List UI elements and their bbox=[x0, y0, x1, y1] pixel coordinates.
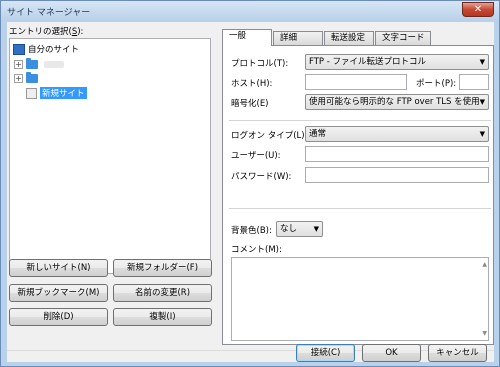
tab-general[interactable]: 一般 bbox=[222, 29, 272, 46]
protocol-select[interactable]: FTP - ファイル転送プロトコル ▼ bbox=[305, 54, 489, 70]
title-bar: サイト マネージャー ✕ bbox=[1, 1, 499, 21]
chevron-down-icon: ▼ bbox=[479, 58, 485, 66]
window-title: サイト マネージャー bbox=[7, 8, 91, 18]
bgcolor-label: 背景色(B): bbox=[231, 226, 272, 236]
protocol-value: FTP - ファイル転送プロトコル bbox=[309, 57, 427, 67]
connect-button[interactable]: 接続(C) bbox=[296, 344, 355, 362]
password-label: パスワード(W): bbox=[231, 172, 292, 182]
tree-item-folder[interactable]: + bbox=[14, 71, 41, 85]
tree-item-label: 自分のサイト bbox=[28, 45, 80, 55]
user-label: ユーザー(U): bbox=[231, 151, 281, 161]
cancel-button[interactable]: キャンセル bbox=[428, 344, 487, 362]
bgcolor-select[interactable]: なし ▼ bbox=[276, 221, 323, 237]
host-label: ホスト(H): bbox=[231, 79, 273, 89]
divider bbox=[229, 208, 491, 209]
close-button[interactable]: ✕ bbox=[462, 2, 494, 17]
logon-type-label: ログオン タイプ(L): bbox=[231, 131, 308, 141]
chevron-down-icon: ▼ bbox=[479, 98, 485, 106]
blurred-label bbox=[44, 60, 64, 68]
comment-textarea[interactable]: ▲ ▼ bbox=[231, 257, 489, 341]
host-input[interactable] bbox=[305, 74, 407, 90]
tab-charset[interactable]: 文字コード bbox=[375, 31, 431, 45]
user-input[interactable] bbox=[305, 146, 489, 162]
encryption-value: 使用可能なら明示的な FTP over TLS を使用 bbox=[309, 97, 480, 107]
expand-icon[interactable]: + bbox=[14, 73, 23, 83]
password-input[interactable] bbox=[305, 167, 489, 183]
comment-label: コメント(M): bbox=[231, 245, 282, 255]
protocol-label: プロトコル(T): bbox=[231, 59, 289, 69]
site-manager-window: サイト マネージャー ✕ エントリの選択(S): 自分のサイト + + 新規サイ… bbox=[0, 0, 500, 367]
logon-type-value: 通常 bbox=[309, 129, 327, 139]
tab-transfer-settings[interactable]: 転送設定 bbox=[324, 31, 374, 45]
scroll-up-icon[interactable]: ▲ bbox=[482, 261, 487, 268]
new-bookmark-button[interactable]: 新規ブックマーク(M) bbox=[9, 284, 108, 302]
divider bbox=[229, 120, 491, 121]
dialog-client-area: エントリの選択(S): 自分のサイト + + 新規サイト 新しいサイト(N) 新… bbox=[7, 22, 494, 362]
logon-type-select[interactable]: 通常 ▼ bbox=[305, 126, 489, 142]
encryption-select[interactable]: 使用可能なら明示的な FTP over TLS を使用 ▼ bbox=[305, 94, 489, 110]
site-icon bbox=[26, 87, 37, 99]
close-icon: ✕ bbox=[473, 4, 483, 15]
new-site-button[interactable]: 新しいサイト(N) bbox=[9, 259, 108, 277]
rename-button[interactable]: 名前の変更(R) bbox=[113, 284, 212, 302]
tree-item-root[interactable]: 自分のサイト bbox=[13, 42, 79, 56]
chevron-down-icon: ▼ bbox=[479, 130, 485, 138]
tree-item-new-site[interactable]: 新規サイト bbox=[26, 86, 87, 100]
scroll-down-icon[interactable]: ▼ bbox=[482, 330, 487, 337]
general-panel: プロトコル(T): FTP - ファイル転送プロトコル ▼ ホスト(H): ポー… bbox=[222, 45, 494, 345]
entry-select-label: エントリの選択(S): bbox=[9, 27, 84, 37]
my-sites-icon bbox=[13, 43, 25, 55]
chevron-down-icon: ▼ bbox=[313, 225, 319, 233]
duplicate-button[interactable]: 複製(I) bbox=[113, 308, 212, 326]
tree-item-label: 新規サイト bbox=[40, 87, 87, 99]
tree-item-folder[interactable]: + bbox=[14, 57, 64, 71]
ok-button[interactable]: OK bbox=[362, 344, 421, 362]
new-folder-button[interactable]: 新規フォルダー(F) bbox=[113, 259, 212, 277]
tab-advanced[interactable]: 詳細 bbox=[273, 31, 323, 45]
encryption-label: 暗号化(E) bbox=[231, 99, 269, 109]
expand-icon[interactable]: + bbox=[14, 59, 23, 69]
site-tree[interactable]: 自分のサイト + + 新規サイト bbox=[9, 38, 211, 274]
folder-icon bbox=[26, 57, 38, 69]
bgcolor-value: なし bbox=[280, 224, 298, 234]
port-label: ポート(P): bbox=[416, 79, 457, 89]
folder-icon bbox=[26, 71, 38, 83]
port-input[interactable] bbox=[459, 74, 489, 90]
delete-button[interactable]: 削除(D) bbox=[9, 308, 108, 326]
